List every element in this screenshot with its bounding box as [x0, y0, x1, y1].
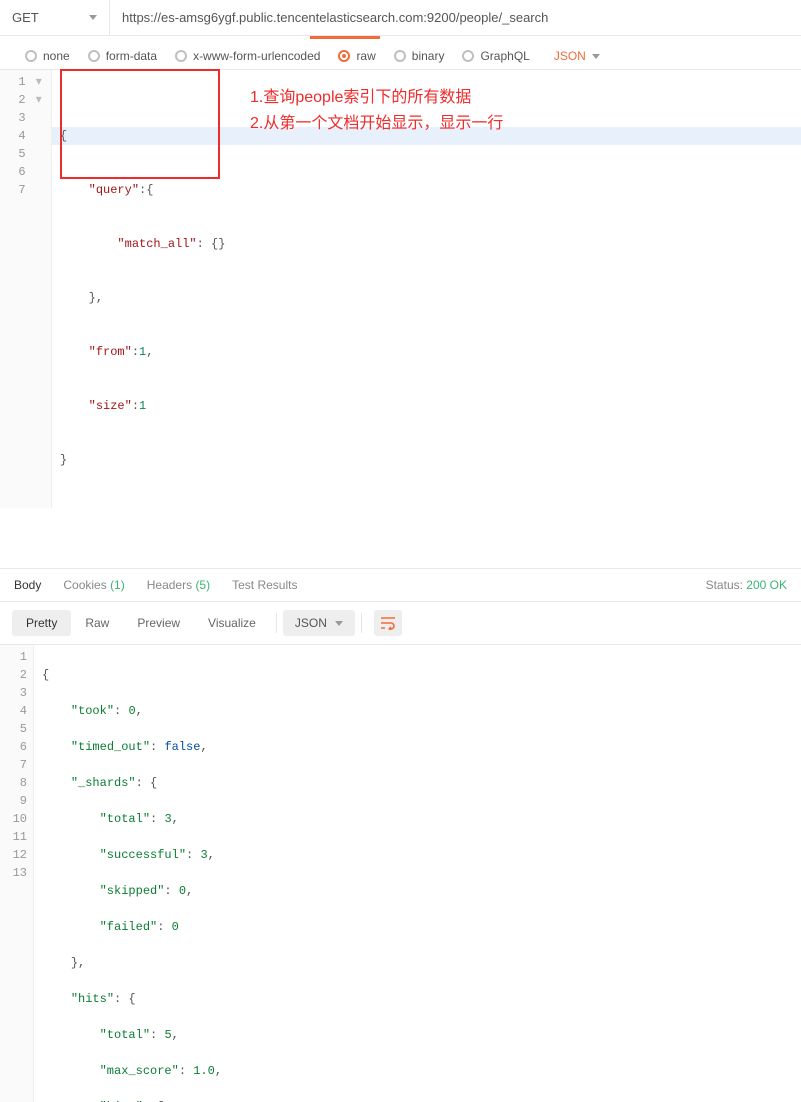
- response-format-dropdown[interactable]: JSON: [283, 610, 355, 636]
- view-visualize-button[interactable]: Visualize: [194, 610, 270, 636]
- view-preview-button[interactable]: Preview: [123, 610, 194, 636]
- body-type-row: none form-data x-www-form-urlencoded raw…: [0, 39, 801, 69]
- request-bar: GET: [0, 0, 801, 36]
- response-toolbar: Pretty Raw Preview Visualize JSON: [0, 602, 801, 645]
- line-gutter: 1 2 3 4 5 6 7 8 9 10 11 12 13: [0, 645, 34, 1102]
- body-type-form-data[interactable]: form-data: [88, 49, 157, 63]
- view-pretty-button[interactable]: Pretty: [12, 610, 71, 636]
- response-body-editor[interactable]: 1 2 3 4 5 6 7 8 9 10 11 12 13 { "took": …: [0, 645, 801, 1102]
- line-gutter: 1 ▾ 2 ▾ 3 4 5 6 7: [0, 70, 52, 508]
- wrap-lines-icon[interactable]: [374, 610, 402, 636]
- content-type-dropdown[interactable]: JSON: [554, 49, 600, 63]
- tab-cookies[interactable]: Cookies (1): [63, 578, 124, 592]
- tab-body[interactable]: Body: [14, 578, 41, 592]
- url-input[interactable]: [110, 0, 801, 35]
- tab-headers[interactable]: Headers (5): [147, 578, 210, 592]
- body-type-binary[interactable]: binary: [394, 49, 445, 63]
- chevron-down-icon: [592, 54, 600, 59]
- response-status: Status: 200 OK: [706, 578, 787, 592]
- view-raw-button[interactable]: Raw: [71, 610, 123, 636]
- chevron-down-icon: [335, 621, 343, 626]
- body-type-xwww[interactable]: x-www-form-urlencoded: [175, 49, 320, 63]
- chevron-down-icon: [89, 15, 97, 20]
- request-body-editor[interactable]: 1 ▾ 2 ▾ 3 4 5 6 7 { "query":{ "match_all…: [0, 69, 801, 508]
- response-header: Body Cookies (1) Headers (5) Test Result…: [0, 568, 801, 602]
- body-type-raw[interactable]: raw: [338, 49, 375, 63]
- body-type-none[interactable]: none: [25, 49, 70, 63]
- tab-test-results[interactable]: Test Results: [232, 578, 297, 592]
- http-method-value: GET: [12, 10, 39, 25]
- http-method-dropdown[interactable]: GET: [0, 0, 110, 35]
- body-type-graphql[interactable]: GraphQL: [462, 49, 529, 63]
